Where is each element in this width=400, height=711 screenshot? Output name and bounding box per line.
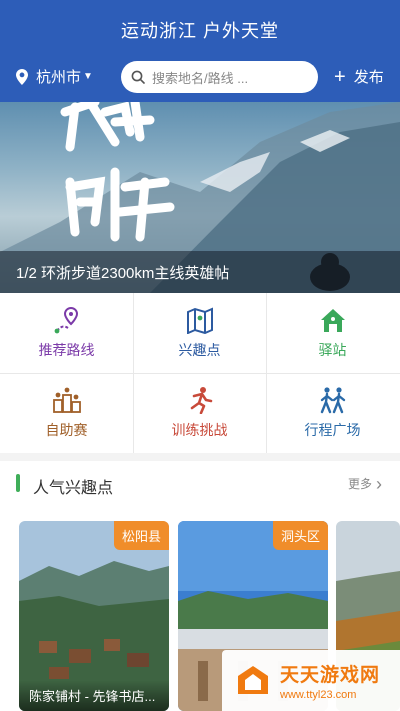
map-icon	[186, 307, 213, 334]
chevron-right-icon: ›	[376, 473, 382, 494]
app-title: 运动浙江 户外天堂	[120, 21, 279, 41]
poi-card-region-tag: 松阳县	[113, 521, 169, 550]
house-icon	[320, 309, 345, 332]
calligraphy-art	[60, 102, 175, 242]
section-title: 人气兴趣点	[33, 480, 114, 497]
watermark-name: 天天游戏网	[280, 665, 381, 686]
watermark-text: 天天游戏网 www.ttyl23.com	[280, 660, 380, 701]
city-selector[interactable]: 杭州市 ▼	[16, 66, 93, 87]
grid-item-label: 驿站	[318, 342, 347, 358]
grid-item-label: 训练挑战	[171, 422, 228, 438]
grid-item-label: 推荐路线	[38, 342, 95, 358]
app-header: 运动浙江 户外天堂 杭州市 ▼ 搜索地名/路线 ... + 发布	[0, 0, 400, 102]
location-pin-icon	[16, 68, 28, 85]
publish-button[interactable]: + 发布	[334, 66, 384, 87]
plus-icon: +	[334, 65, 346, 88]
poi-card-name: 陈家铺村 - 先锋书店...	[19, 680, 169, 711]
publish-label: 发布	[353, 69, 384, 86]
banner-caption: 1/2 环浙步道2300km主线英雄帖	[0, 251, 400, 293]
grid-item-label: 行程广场	[304, 422, 361, 438]
watermark-logo-icon	[238, 665, 268, 694]
search-input[interactable]: 搜索地名/路线 ...	[121, 61, 318, 93]
grid-item-label: 兴趣点	[178, 342, 221, 358]
grid-item-training-challenge[interactable]: 训练挑战	[133, 373, 266, 453]
watermark: 天天游戏网 www.ttyl23.com	[222, 650, 400, 711]
more-label: 更多	[347, 477, 372, 491]
route-pin-icon	[54, 306, 78, 334]
grid-item-points-of-interest[interactable]: 兴趣点	[133, 293, 266, 373]
poi-card[interactable]: 松阳县 陈家铺村 - 先锋书店...	[19, 521, 169, 711]
search-placeholder: 搜索地名/路线 ...	[152, 70, 249, 86]
podium-icon	[52, 387, 81, 413]
hikers-icon	[320, 387, 345, 414]
more-link[interactable]: 更多 ›	[347, 473, 382, 494]
grid-item-self-race[interactable]: 自助赛	[0, 373, 133, 453]
feature-grid: 推荐路线 兴趣点 驿站 自助赛 训练挑战 行程广场	[0, 293, 400, 453]
grid-item-itinerary-square[interactable]: 行程广场	[266, 373, 399, 453]
grid-item-recommended-routes[interactable]: 推荐路线	[0, 293, 133, 373]
grid-item-station[interactable]: 驿站	[266, 293, 399, 373]
caret-down-icon: ▼	[83, 71, 93, 82]
city-label: 杭州市	[36, 69, 82, 86]
grid-item-label: 自助赛	[45, 422, 88, 438]
popular-poi-header: 人气兴趣点 更多 ›	[0, 461, 400, 507]
hero-banner[interactable]: 1/2 环浙步道2300km主线英雄帖	[0, 102, 400, 293]
poi-card-region-tag: 洞头区	[272, 521, 328, 550]
section-accent-bar	[16, 474, 20, 492]
runner-icon	[190, 387, 212, 414]
watermark-url: www.ttyl23.com	[280, 689, 357, 701]
search-icon	[131, 70, 145, 84]
